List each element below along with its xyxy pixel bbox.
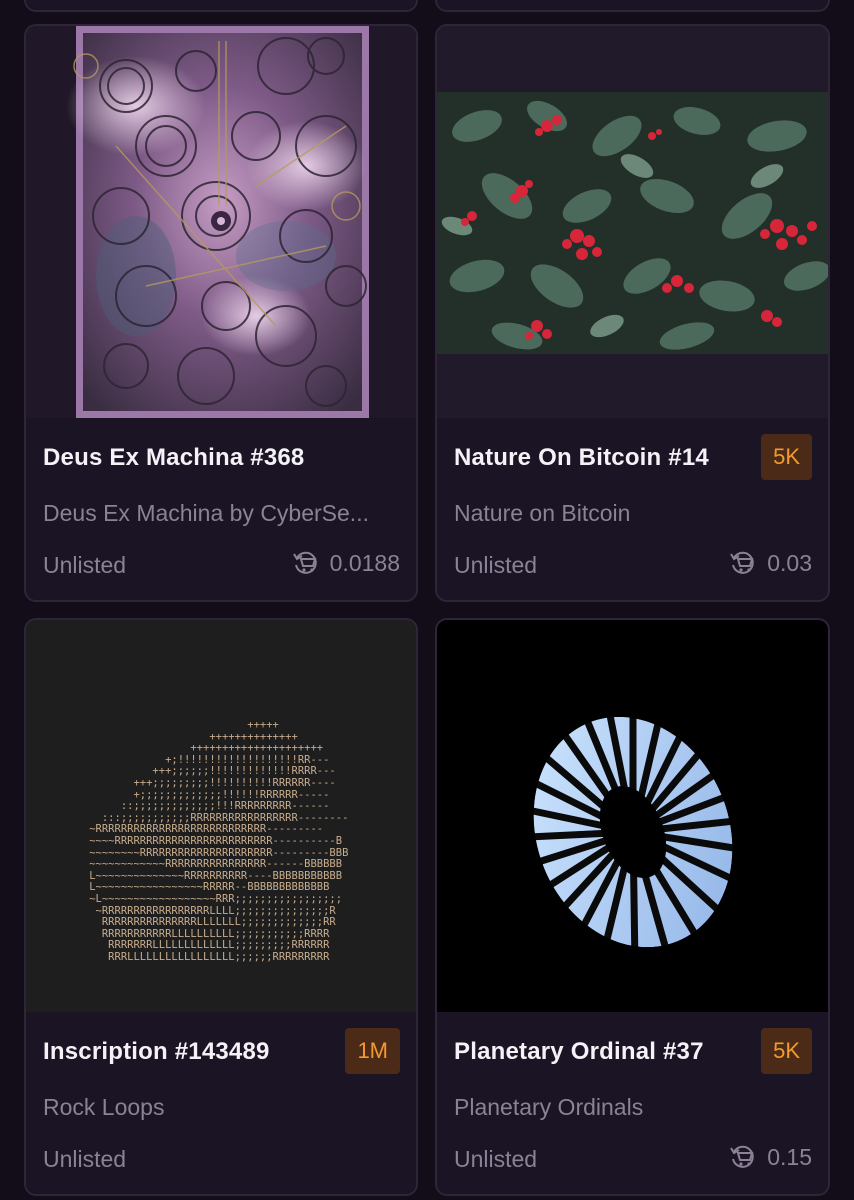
previous-card-edge-right bbox=[435, 0, 830, 12]
striped-torus-artwork bbox=[506, 699, 764, 966]
previous-card-edge-left bbox=[24, 0, 418, 12]
inscription-range-badge: 1M bbox=[345, 1028, 400, 1074]
nft-card-planetary-ordinal[interactable]: Planetary Ordinal #37 5K Planetary Ordin… bbox=[435, 618, 830, 1196]
red-flowers-foliage-artwork bbox=[437, 92, 828, 354]
steampunk-gears-artwork bbox=[66, 26, 369, 418]
last-sale-price: 0.03 bbox=[729, 548, 812, 578]
nft-title: Inscription #143489 bbox=[43, 1038, 270, 1065]
nft-thumbnail bbox=[437, 26, 828, 418]
nft-thumbnail bbox=[437, 620, 828, 1012]
last-sale-price: 0.0188 bbox=[292, 548, 400, 578]
inscription-range-badge: 5K bbox=[761, 1028, 812, 1074]
inscription-range-badge: 5K bbox=[761, 434, 812, 480]
nft-title: Nature On Bitcoin #14 bbox=[454, 444, 709, 471]
nft-thumbnail bbox=[26, 26, 416, 418]
collection-name[interactable]: Deus Ex Machina by CyberSe... bbox=[43, 500, 393, 527]
listing-status: Unlisted bbox=[454, 552, 538, 578]
cart-refresh-icon bbox=[729, 1142, 759, 1172]
collection-name[interactable]: Planetary Ordinals bbox=[454, 1094, 804, 1121]
listing-status: Unlisted bbox=[43, 552, 127, 578]
cart-refresh-icon bbox=[729, 548, 759, 578]
nft-title: Deus Ex Machina #368 bbox=[43, 444, 305, 471]
nft-card-deus-ex-machina[interactable]: Deus Ex Machina #368 Deus Ex Machina by … bbox=[24, 24, 418, 602]
last-sale-price: 0.15 bbox=[729, 1142, 812, 1172]
cart-refresh-icon bbox=[292, 548, 322, 578]
listing-status: Unlisted bbox=[43, 1146, 127, 1172]
price-value: 0.03 bbox=[767, 549, 812, 576]
nft-card-nature-on-bitcoin[interactable]: Nature On Bitcoin #14 5K Nature on Bitco… bbox=[435, 24, 830, 602]
collection-name[interactable]: Nature on Bitcoin bbox=[454, 500, 804, 527]
nft-thumbnail: +++++ ++++++++++++++ +++++++++++++++++++… bbox=[26, 620, 416, 1012]
nft-card-inscription-143489[interactable]: +++++ ++++++++++++++ +++++++++++++++++++… bbox=[24, 618, 418, 1196]
price-value: 0.15 bbox=[767, 1143, 812, 1170]
price-value: 0.0188 bbox=[329, 549, 400, 576]
listing-status: Unlisted bbox=[454, 1146, 538, 1172]
ascii-art-artwork: +++++ ++++++++++++++ +++++++++++++++++++… bbox=[89, 719, 349, 963]
collection-name[interactable]: Rock Loops bbox=[43, 1094, 393, 1121]
nft-title: Planetary Ordinal #37 bbox=[454, 1038, 704, 1065]
